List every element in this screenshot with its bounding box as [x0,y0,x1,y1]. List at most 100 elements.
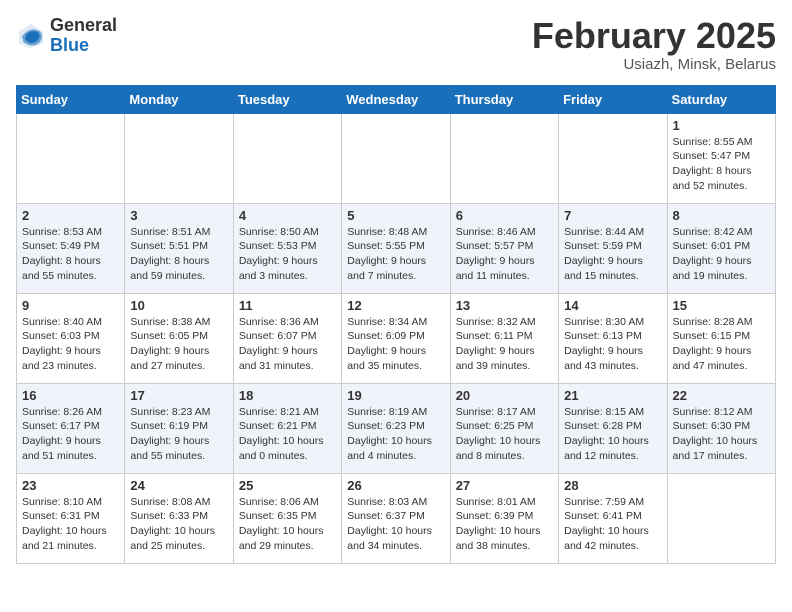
logo-general-text: General [50,16,117,36]
calendar-cell: 17 Sunrise: 8:23 AM Sunset: 6:19 PM Dayli… [125,383,233,473]
day-number: 11 [239,298,336,313]
day-info: Sunrise: 8:01 AM Sunset: 6:39 PM Dayligh… [456,495,553,554]
calendar-cell [125,113,233,203]
day-info: Sunrise: 8:26 AM Sunset: 6:17 PM Dayligh… [22,405,119,464]
day-number: 26 [347,478,444,493]
calendar-cell: 18Sunrise: 8:21 AM Sunset: 6:21 PM Dayli… [233,383,341,473]
calendar-cell: 22Sunrise: 8:12 AM Sunset: 6:30 PM Dayli… [667,383,775,473]
calendar-cell: 1 Sunrise: 8:55 AM Sunset: 5:47 PM Daylig… [667,113,775,203]
calendar-week-row: 9 Sunrise: 8:40 AM Sunset: 6:03 PM Daylig… [17,293,776,383]
calendar-cell: 28 Sunrise: 7:59 AM Sunset: 6:41 PM Dayli… [559,473,667,563]
col-saturday: Saturday [667,85,775,113]
calendar-cell: 13 Sunrise: 8:32 AM Sunset: 6:11 PM Dayli… [450,293,558,383]
day-info: Sunrise: 8:36 AM Sunset: 6:07 PM Dayligh… [239,315,336,374]
day-info: Sunrise: 8:32 AM Sunset: 6:11 PM Dayligh… [456,315,553,374]
day-info: Sunrise: 8:44 AM Sunset: 5:59 PM Dayligh… [564,225,661,284]
col-wednesday: Wednesday [342,85,450,113]
day-number: 12 [347,298,444,313]
day-number: 20 [456,388,553,403]
calendar-cell: 2 Sunrise: 8:53 AM Sunset: 5:49 PM Daylig… [17,203,125,293]
calendar-cell: 9 Sunrise: 8:40 AM Sunset: 6:03 PM Daylig… [17,293,125,383]
calendar-header-row: Sunday Monday Tuesday Wednesday Thursday… [17,85,776,113]
col-friday: Friday [559,85,667,113]
day-info: Sunrise: 8:06 AM Sunset: 6:35 PM Dayligh… [239,495,336,554]
day-number: 10 [130,298,227,313]
day-info: Sunrise: 7:59 AM Sunset: 6:41 PM Dayligh… [564,495,661,554]
calendar-cell: 6 Sunrise: 8:46 AM Sunset: 5:57 PM Daylig… [450,203,558,293]
day-info: Sunrise: 8:50 AM Sunset: 5:53 PM Dayligh… [239,225,336,284]
day-info: Sunrise: 8:23 AM Sunset: 6:19 PM Dayligh… [130,405,227,464]
calendar-cell: 26 Sunrise: 8:03 AM Sunset: 6:37 PM Dayli… [342,473,450,563]
day-number: 16 [22,388,119,403]
calendar-cell: 23 Sunrise: 8:10 AM Sunset: 6:31 PM Dayli… [17,473,125,563]
calendar-week-row: 2 Sunrise: 8:53 AM Sunset: 5:49 PM Daylig… [17,203,776,293]
calendar-cell [17,113,125,203]
day-number: 6 [456,208,553,223]
day-number: 9 [22,298,119,313]
location-text: Usiazh, Minsk, Belarus [532,56,776,73]
day-info: Sunrise: 8:38 AM Sunset: 6:05 PM Dayligh… [130,315,227,374]
day-number: 1 [673,118,770,133]
day-info: Sunrise: 8:10 AM Sunset: 6:31 PM Dayligh… [22,495,119,554]
calendar-cell: 3 Sunrise: 8:51 AM Sunset: 5:51 PM Daylig… [125,203,233,293]
calendar-cell: 25 Sunrise: 8:06 AM Sunset: 6:35 PM Dayli… [233,473,341,563]
day-info: Sunrise: 8:19 AM Sunset: 6:23 PM Dayligh… [347,405,444,464]
day-number: 25 [239,478,336,493]
logo-blue-text: Blue [50,36,117,56]
day-number: 3 [130,208,227,223]
logo: General Blue [16,16,117,56]
logo-text: General Blue [50,16,117,56]
calendar-week-row: 16 Sunrise: 8:26 AM Sunset: 6:17 PM Dayli… [17,383,776,473]
day-number: 19 [347,388,444,403]
day-info: Sunrise: 8:42 AM Sunset: 6:01 PM Dayligh… [673,225,770,284]
calendar-cell: 15Sunrise: 8:28 AM Sunset: 6:15 PM Dayli… [667,293,775,383]
calendar-cell: 8 Sunrise: 8:42 AM Sunset: 6:01 PM Daylig… [667,203,775,293]
day-info: Sunrise: 8:55 AM Sunset: 5:47 PM Dayligh… [673,135,770,194]
calendar-cell [559,113,667,203]
day-info: Sunrise: 8:03 AM Sunset: 6:37 PM Dayligh… [347,495,444,554]
col-tuesday: Tuesday [233,85,341,113]
day-number: 27 [456,478,553,493]
day-number: 21 [564,388,661,403]
day-number: 23 [22,478,119,493]
calendar-cell: 20 Sunrise: 8:17 AM Sunset: 6:25 PM Dayli… [450,383,558,473]
day-number: 7 [564,208,661,223]
day-number: 15 [673,298,770,313]
col-monday: Monday [125,85,233,113]
calendar-week-row: 1 Sunrise: 8:55 AM Sunset: 5:47 PM Daylig… [17,113,776,203]
calendar-cell [342,113,450,203]
day-info: Sunrise: 8:53 AM Sunset: 5:49 PM Dayligh… [22,225,119,284]
title-block: February 2025 Usiazh, Minsk, Belarus [532,16,776,73]
day-number: 4 [239,208,336,223]
day-info: Sunrise: 8:51 AM Sunset: 5:51 PM Dayligh… [130,225,227,284]
calendar-cell [233,113,341,203]
day-info: Sunrise: 8:48 AM Sunset: 5:55 PM Dayligh… [347,225,444,284]
day-number: 13 [456,298,553,313]
day-number: 14 [564,298,661,313]
day-info: Sunrise: 8:40 AM Sunset: 6:03 PM Dayligh… [22,315,119,374]
calendar-table: Sunday Monday Tuesday Wednesday Thursday… [16,85,776,564]
day-number: 24 [130,478,227,493]
month-title: February 2025 [532,16,776,56]
day-number: 5 [347,208,444,223]
calendar-week-row: 23 Sunrise: 8:10 AM Sunset: 6:31 PM Dayli… [17,473,776,563]
calendar-cell: 5 Sunrise: 8:48 AM Sunset: 5:55 PM Daylig… [342,203,450,293]
calendar-cell: 24 Sunrise: 8:08 AM Sunset: 6:33 PM Dayli… [125,473,233,563]
logo-icon [16,21,46,51]
col-thursday: Thursday [450,85,558,113]
day-info: Sunrise: 8:17 AM Sunset: 6:25 PM Dayligh… [456,405,553,464]
day-number: 17 [130,388,227,403]
day-number: 2 [22,208,119,223]
day-info: Sunrise: 8:12 AM Sunset: 6:30 PM Dayligh… [673,405,770,464]
calendar-cell: 12Sunrise: 8:34 AM Sunset: 6:09 PM Dayli… [342,293,450,383]
calendar-cell: 10 Sunrise: 8:38 AM Sunset: 6:05 PM Dayli… [125,293,233,383]
day-info: Sunrise: 8:15 AM Sunset: 6:28 PM Dayligh… [564,405,661,464]
day-number: 8 [673,208,770,223]
day-number: 28 [564,478,661,493]
day-info: Sunrise: 8:46 AM Sunset: 5:57 PM Dayligh… [456,225,553,284]
page-header: General Blue February 2025 Usiazh, Minsk… [16,16,776,73]
calendar-cell: 7 Sunrise: 8:44 AM Sunset: 5:59 PM Daylig… [559,203,667,293]
day-info: Sunrise: 8:30 AM Sunset: 6:13 PM Dayligh… [564,315,661,374]
day-info: Sunrise: 8:08 AM Sunset: 6:33 PM Dayligh… [130,495,227,554]
day-info: Sunrise: 8:21 AM Sunset: 6:21 PM Dayligh… [239,405,336,464]
